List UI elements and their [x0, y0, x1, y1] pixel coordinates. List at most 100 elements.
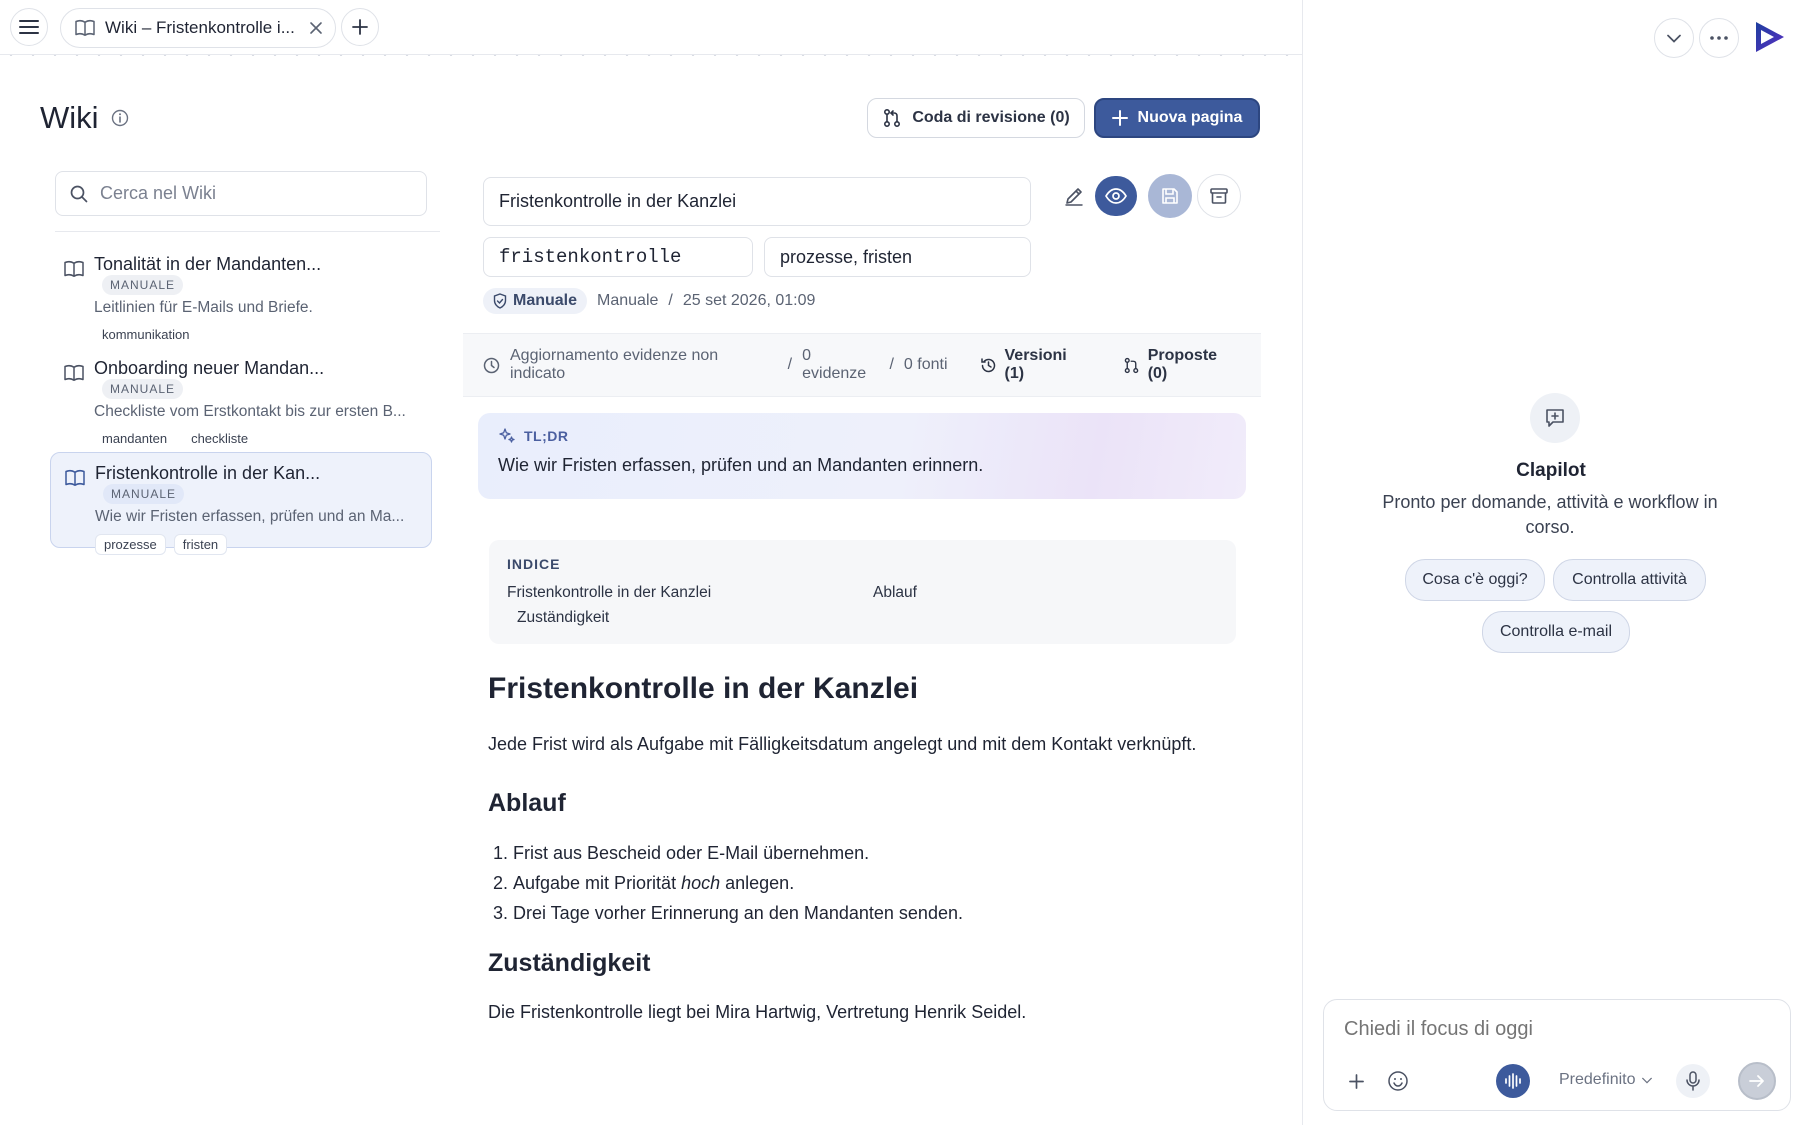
save-button[interactable]: [1148, 174, 1192, 218]
step-text: Frist aus Bescheid oder E-Mail übernehme…: [513, 843, 870, 863]
edit-button[interactable]: [1052, 174, 1096, 218]
hamburger-icon: [19, 20, 39, 34]
tab-bar: Wiki – Fristenkontrolle i...: [0, 0, 1302, 55]
title-field-value: Fristenkontrolle in der Kanzlei: [499, 191, 737, 211]
title-field[interactable]: Fristenkontrolle in der Kanzlei: [483, 177, 1031, 226]
voice-mode-button[interactable]: [1496, 1064, 1530, 1098]
page-meta: Manuale Manuale / 25 set 2026, 01:09: [483, 288, 815, 314]
more-button[interactable]: [1699, 18, 1739, 58]
list-item: Drei Tage vorher Erinnerung an den Manda…: [513, 898, 963, 928]
tags-field[interactable]: prozesse, fristen: [764, 237, 1031, 277]
attach-button[interactable]: [1342, 1067, 1370, 1095]
list-item[interactable]: Tonalität in der Mandanten...MANUALE Lei…: [50, 244, 432, 342]
slug-field-value: fristenkontrolle: [499, 246, 682, 268]
separator: /: [668, 292, 673, 309]
separator: /: [889, 356, 894, 373]
eye-icon: [1105, 188, 1127, 204]
versions-link[interactable]: Versioni (1): [980, 347, 1091, 383]
suggestion-label: Controlla attività: [1572, 571, 1687, 588]
git-pull-request-icon: [884, 108, 901, 128]
book-icon: [64, 260, 84, 278]
plus-icon: [1348, 1073, 1364, 1089]
suggestion-chip[interactable]: Controlla e-mail: [1482, 611, 1630, 653]
archive-button[interactable]: [1197, 174, 1241, 218]
chevron-down-icon: [1667, 34, 1681, 43]
page-item-description: Wie wir Fristen erfassen, prüfen und an …: [95, 508, 405, 525]
separator: /: [787, 356, 793, 373]
pencil-icon: [1065, 188, 1083, 206]
new-page-button[interactable]: Nuova pagina: [1094, 98, 1260, 138]
app-logo-icon: [1756, 22, 1784, 52]
assistant-avatar: [1530, 393, 1580, 443]
step-text: anlegen.: [720, 873, 795, 893]
book-icon: [75, 19, 95, 37]
send-button[interactable]: [1738, 1062, 1776, 1100]
tldr-text: Wie wir Fristen erfassen, prüfen und an …: [498, 455, 984, 475]
emoji-button[interactable]: [1384, 1067, 1412, 1095]
sparkles-icon: [499, 428, 515, 443]
plus-icon: [1111, 110, 1128, 126]
search-input[interactable]: [100, 183, 400, 204]
tab-title: Wiki – Fristenkontrolle i...: [105, 18, 295, 37]
suggestion-chip[interactable]: Controlla attività: [1553, 559, 1706, 601]
save-icon: [1162, 188, 1178, 204]
steps-list: Frist aus Bescheid oder E-Mail übernehme…: [493, 838, 963, 928]
search-icon: [70, 185, 88, 202]
list-item[interactable]: Onboarding neuer Mandan...MANUALE Checkl…: [50, 348, 432, 446]
evidence-count: 0 evidenze: [802, 347, 867, 382]
more-horizontal-icon: [1710, 36, 1728, 40]
tag: checkliste: [191, 431, 249, 446]
git-pull-request-icon: [1124, 357, 1139, 373]
step-text: Drei Tage vorher Erinnerung an den Manda…: [513, 903, 963, 923]
menu-button[interactable]: [10, 8, 48, 46]
toc-label: INDICE: [507, 556, 561, 572]
archive-icon: [1210, 188, 1228, 204]
assistant-subtitle: Pronto per domande, attività e workflow …: [1382, 492, 1718, 537]
chat-input[interactable]: [1344, 1014, 1764, 1044]
content-heading-1: Fristenkontrolle in der Kanzlei: [488, 672, 919, 705]
page-item-description: Checkliste vom Erstkontakt bis zur erste…: [94, 403, 406, 420]
tag: mandanten: [102, 431, 168, 446]
suggestion-label: Controlla e-mail: [1499, 623, 1613, 640]
proposals-link[interactable]: Proposte (0): [1123, 347, 1241, 383]
tag: kommunikation: [102, 327, 190, 342]
close-icon[interactable]: [309, 21, 323, 35]
tab-wiki[interactable]: Wiki – Fristenkontrolle i...: [60, 8, 336, 48]
preview-button[interactable]: [1095, 176, 1137, 216]
model-selector[interactable]: Predefinito: [1559, 1071, 1652, 1089]
review-queue-label: Coda di revisione (0): [912, 109, 1070, 126]
content-paragraph: Jede Frist wird als Aufgabe mit Fälligke…: [488, 734, 1197, 754]
slug-field[interactable]: fristenkontrolle: [483, 237, 753, 277]
page-item-title: Fristenkontrolle in der Kan...: [95, 463, 321, 483]
book-icon: [64, 364, 84, 382]
status-badge: MANUALE: [102, 379, 184, 399]
proposals-label: Proposte (0): [1147, 347, 1218, 382]
sources-count: 0 fonti: [903, 356, 948, 373]
suggestion-chip[interactable]: Cosa c'è oggi?: [1405, 559, 1545, 601]
content-paragraph: Die Fristenkontrolle liegt bei Mira Hart…: [488, 1002, 1027, 1022]
table-of-contents: INDICE Fristenkontrolle in der Kanzlei A…: [489, 540, 1236, 644]
versions-label: Versioni (1): [1004, 347, 1067, 382]
collapse-button[interactable]: [1654, 18, 1694, 58]
list-item-active[interactable]: Fristenkontrolle in der Kan...MANUALE Wi…: [50, 452, 432, 555]
model-label: Predefinito: [1559, 1071, 1636, 1088]
assistant-name: Clapilot: [1516, 460, 1586, 481]
search-box: [55, 171, 427, 216]
page-item-title: Onboarding neuer Mandan...: [94, 358, 325, 378]
tldr-label: TL;DR: [524, 428, 569, 444]
toc-item[interactable]: Fristenkontrolle in der Kanzlei: [507, 584, 711, 602]
list-item: Frist aus Bescheid oder E-Mail übernehme…: [513, 838, 963, 868]
chevron-down-icon: [1641, 1077, 1652, 1084]
microphone-icon: [1686, 1071, 1700, 1091]
page-title: Wiki: [40, 100, 99, 135]
suggestion-label: Cosa c'è oggi?: [1422, 571, 1528, 588]
microphone-button[interactable]: [1676, 1064, 1710, 1098]
toc-item[interactable]: Ablauf: [873, 584, 917, 602]
review-queue-button[interactable]: Coda di revisione (0): [867, 98, 1085, 138]
toc-item[interactable]: Zuständigkeit: [517, 609, 609, 627]
source-text: Manuale: [597, 292, 659, 309]
updated-date: 25 set 2026, 01:09: [682, 292, 816, 309]
new-page-label: Nuova pagina: [1137, 109, 1243, 126]
new-tab-button[interactable]: [341, 8, 379, 46]
info-icon[interactable]: [111, 109, 129, 127]
